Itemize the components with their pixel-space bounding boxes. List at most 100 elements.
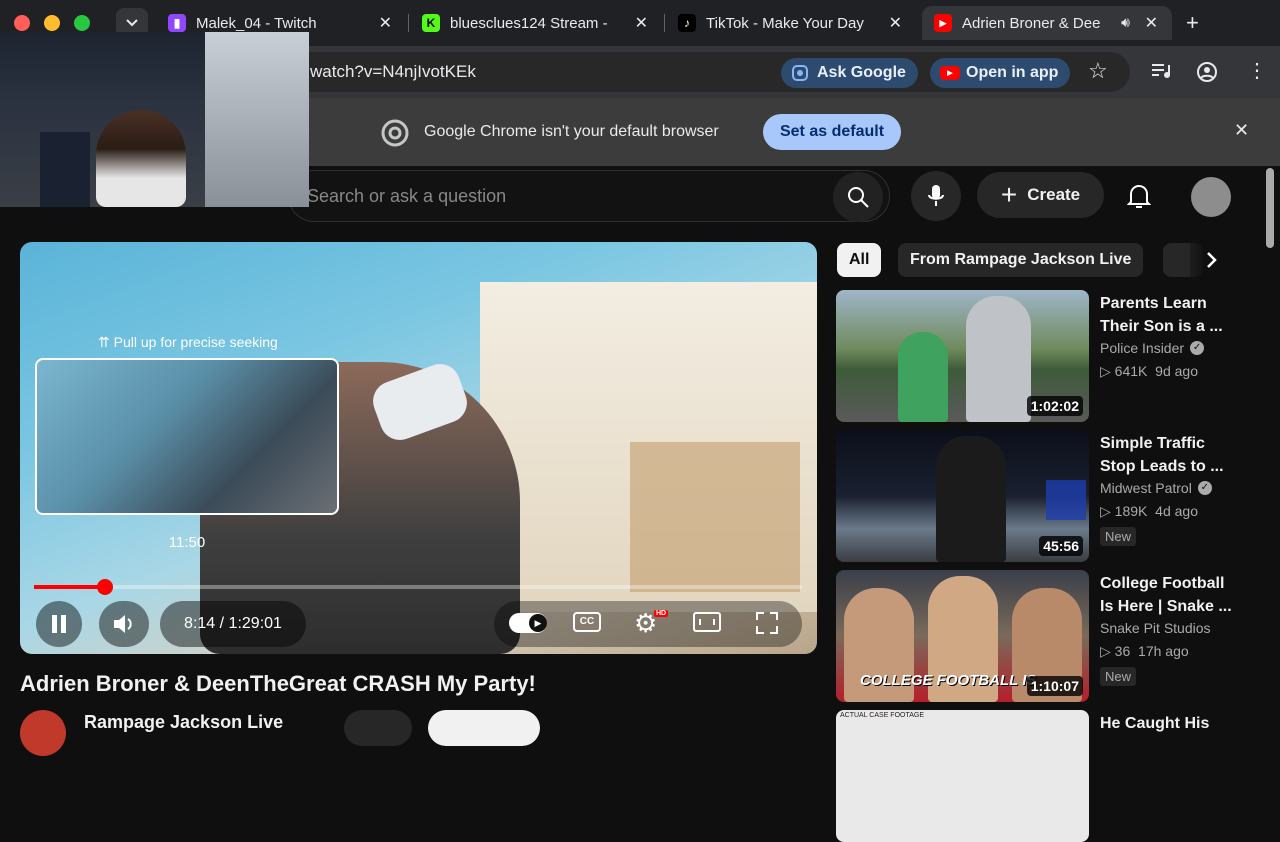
audio-playing-icon[interactable]: 🔊︎ xyxy=(1121,14,1130,31)
theater-inner xyxy=(699,619,715,625)
new-tab-button[interactable]: + xyxy=(1186,10,1199,36)
twitch-icon: ▮ xyxy=(168,14,186,32)
close-window-button[interactable] xyxy=(14,15,30,31)
chip-all[interactable]: All xyxy=(837,243,882,277)
profile-icon[interactable] xyxy=(1196,61,1218,83)
time-display: 8:14 / 1:29:01 xyxy=(160,601,306,647)
chevron-right-icon xyxy=(1207,252,1217,268)
set-as-default-button[interactable]: Set as default xyxy=(763,114,901,150)
tab-tiktok[interactable]: ♪ TikTok - Make Your Day ✕ xyxy=(666,6,916,40)
video-title: Adrien Broner & DeenTheGreat CRASH My Pa… xyxy=(20,671,536,696)
notifications-bell-icon[interactable] xyxy=(1127,182,1151,210)
search-button[interactable] xyxy=(833,172,883,222)
page-scrollbar-thumb[interactable] xyxy=(1266,168,1274,248)
volume-button[interactable] xyxy=(99,601,149,647)
channel-name[interactable]: Police Insider ✓ xyxy=(1100,340,1205,356)
close-infobar-icon[interactable]: ✕ xyxy=(1234,120,1249,141)
fullscreen-icon[interactable] xyxy=(755,611,779,635)
video-duration: 1:02:02 xyxy=(1026,396,1083,416)
media-controls-icon[interactable] xyxy=(1151,63,1171,79)
seek-preview-time: 11:50 xyxy=(168,534,206,551)
channel-name[interactable]: Snake Pit Studios xyxy=(1100,620,1211,636)
infobar-message: Google Chrome isn't your default browser xyxy=(424,123,719,140)
streamer-webcam-overlay xyxy=(0,32,309,207)
thumb-figure xyxy=(898,332,948,422)
video-title[interactable]: He Caught His xyxy=(1100,712,1250,735)
open-in-app-button[interactable]: ▶ Open in app xyxy=(930,58,1071,88)
thumb-overlay-text: COLLEGE FOOTBALL IS xyxy=(860,672,1037,689)
bookmark-star-icon[interactable]: ☆ xyxy=(1088,58,1108,84)
channel-name[interactable]: Midwest Patrol ✓ xyxy=(1100,480,1212,496)
video-thumbnail[interactable]: 1:02:02 xyxy=(836,290,1089,422)
join-button[interactable] xyxy=(344,710,412,746)
new-badge: New xyxy=(1100,667,1137,686)
seek-hint: ⇈ Pull up for precise seeking xyxy=(98,334,278,350)
voice-search-button[interactable] xyxy=(911,171,961,221)
subscribe-button[interactable] xyxy=(428,710,540,746)
close-tab-icon[interactable]: ✕ xyxy=(889,13,902,33)
video-duration: 1:10:07 xyxy=(1026,676,1083,696)
settings-button[interactable]: ⚙ HD xyxy=(634,608,669,639)
new-badge: New xyxy=(1100,527,1137,546)
views-play-icon: ▷ xyxy=(1100,643,1111,659)
create-button[interactable]: + Create xyxy=(977,172,1104,218)
recommendation-card[interactable]: 45:56 Simple Traffic Stop Leads to ... Mi… xyxy=(836,430,1256,562)
video-scene-shelf xyxy=(630,442,800,592)
autoplay-toggle[interactable]: ▶ xyxy=(509,613,547,633)
more-menu-icon[interactable]: ⋮ xyxy=(1247,58,1267,83)
progress-played xyxy=(34,585,105,589)
video-duration: 45:56 xyxy=(1039,536,1083,556)
video-player[interactable]: ⇈ Pull up for precise seeking 11:50 8:14… xyxy=(20,242,817,654)
video-thumbnail[interactable]: 45:56 xyxy=(836,430,1089,562)
theater-mode-icon[interactable] xyxy=(693,612,721,632)
video-title[interactable]: Simple Traffic Stop Leads to ... xyxy=(1100,432,1250,478)
close-tab-icon[interactable]: ✕ xyxy=(635,13,648,33)
volume-icon xyxy=(114,615,132,633)
search-input[interactable]: Search or ask a question xyxy=(288,170,890,222)
video-meta: ▷ 36 17h ago xyxy=(1100,643,1189,659)
thumb-figure xyxy=(966,296,1031,422)
recommendation-card[interactable]: COLLEGE FOOTBALL IS 1:10:07 College Foot… xyxy=(836,570,1256,702)
seek-preview-thumbnail xyxy=(35,358,339,515)
progress-track[interactable] xyxy=(34,585,802,589)
recommendation-card[interactable]: 1:02:02 Parents Learn Their Son is a ... … xyxy=(836,290,1256,422)
maximize-window-button[interactable] xyxy=(74,15,90,31)
youtube-icon: ▶ xyxy=(940,66,960,80)
pause-icon xyxy=(52,615,66,633)
chip-from-channel[interactable]: From Rampage Jackson Live xyxy=(898,243,1144,277)
tab-kick[interactable]: K bluesclues124 Stream - ✕ xyxy=(410,6,662,40)
video-title[interactable]: Parents Learn Their Son is a ... xyxy=(1100,292,1250,338)
thumb-overlay-text: ACTUAL CASE FOOTAGE xyxy=(840,712,925,719)
ask-google-button[interactable]: Ask Google xyxy=(781,58,918,88)
verified-check-icon: ✓ xyxy=(1190,341,1205,355)
subtitles-cc-icon[interactable]: CC xyxy=(573,612,601,632)
chips-next-button[interactable] xyxy=(1190,240,1234,280)
pause-button[interactable] xyxy=(36,601,82,647)
video-title[interactable]: College Football Is Here | Snake ... xyxy=(1100,572,1250,618)
close-tab-icon[interactable]: ✕ xyxy=(379,13,392,33)
url-text[interactable]: watch?v=N4njIvotKEk xyxy=(310,62,476,82)
channel-name[interactable]: Rampage Jackson Live xyxy=(84,712,283,733)
webcam-door xyxy=(205,32,309,207)
close-tab-icon[interactable]: ✕ xyxy=(1145,13,1158,33)
progress-scrubber[interactable] xyxy=(97,579,113,595)
views-play-icon: ▷ xyxy=(1100,363,1111,379)
tab-separator xyxy=(408,14,409,32)
channel-avatar[interactable] xyxy=(20,710,66,756)
views-play-icon: ▷ xyxy=(1100,503,1111,519)
webcam-person xyxy=(96,110,186,207)
tab-youtube[interactable]: ▶ Adrien Broner & Dee 🔊︎ ✕ xyxy=(922,6,1172,40)
video-thumbnail[interactable]: ACTUAL CASE FOOTAGE xyxy=(836,710,1089,842)
avatar[interactable] xyxy=(1191,177,1231,217)
video-thumbnail[interactable]: COLLEGE FOOTBALL IS 1:10:07 xyxy=(836,570,1089,702)
thumb-police-lights xyxy=(1046,480,1086,520)
tab-separator xyxy=(664,14,665,32)
video-meta: ▷ 641K 9d ago xyxy=(1100,363,1198,379)
search-icon xyxy=(848,187,869,208)
video-meta: ▷ 189K 4d ago xyxy=(1100,503,1198,519)
plus-icon: + xyxy=(1000,179,1018,210)
verified-check-icon: ✓ xyxy=(1197,481,1212,495)
youtube-icon: ▶ xyxy=(934,14,952,32)
recommendation-card[interactable]: ACTUAL CASE FOOTAGE He Caught His xyxy=(836,710,1256,842)
minimize-window-button[interactable] xyxy=(44,15,60,31)
